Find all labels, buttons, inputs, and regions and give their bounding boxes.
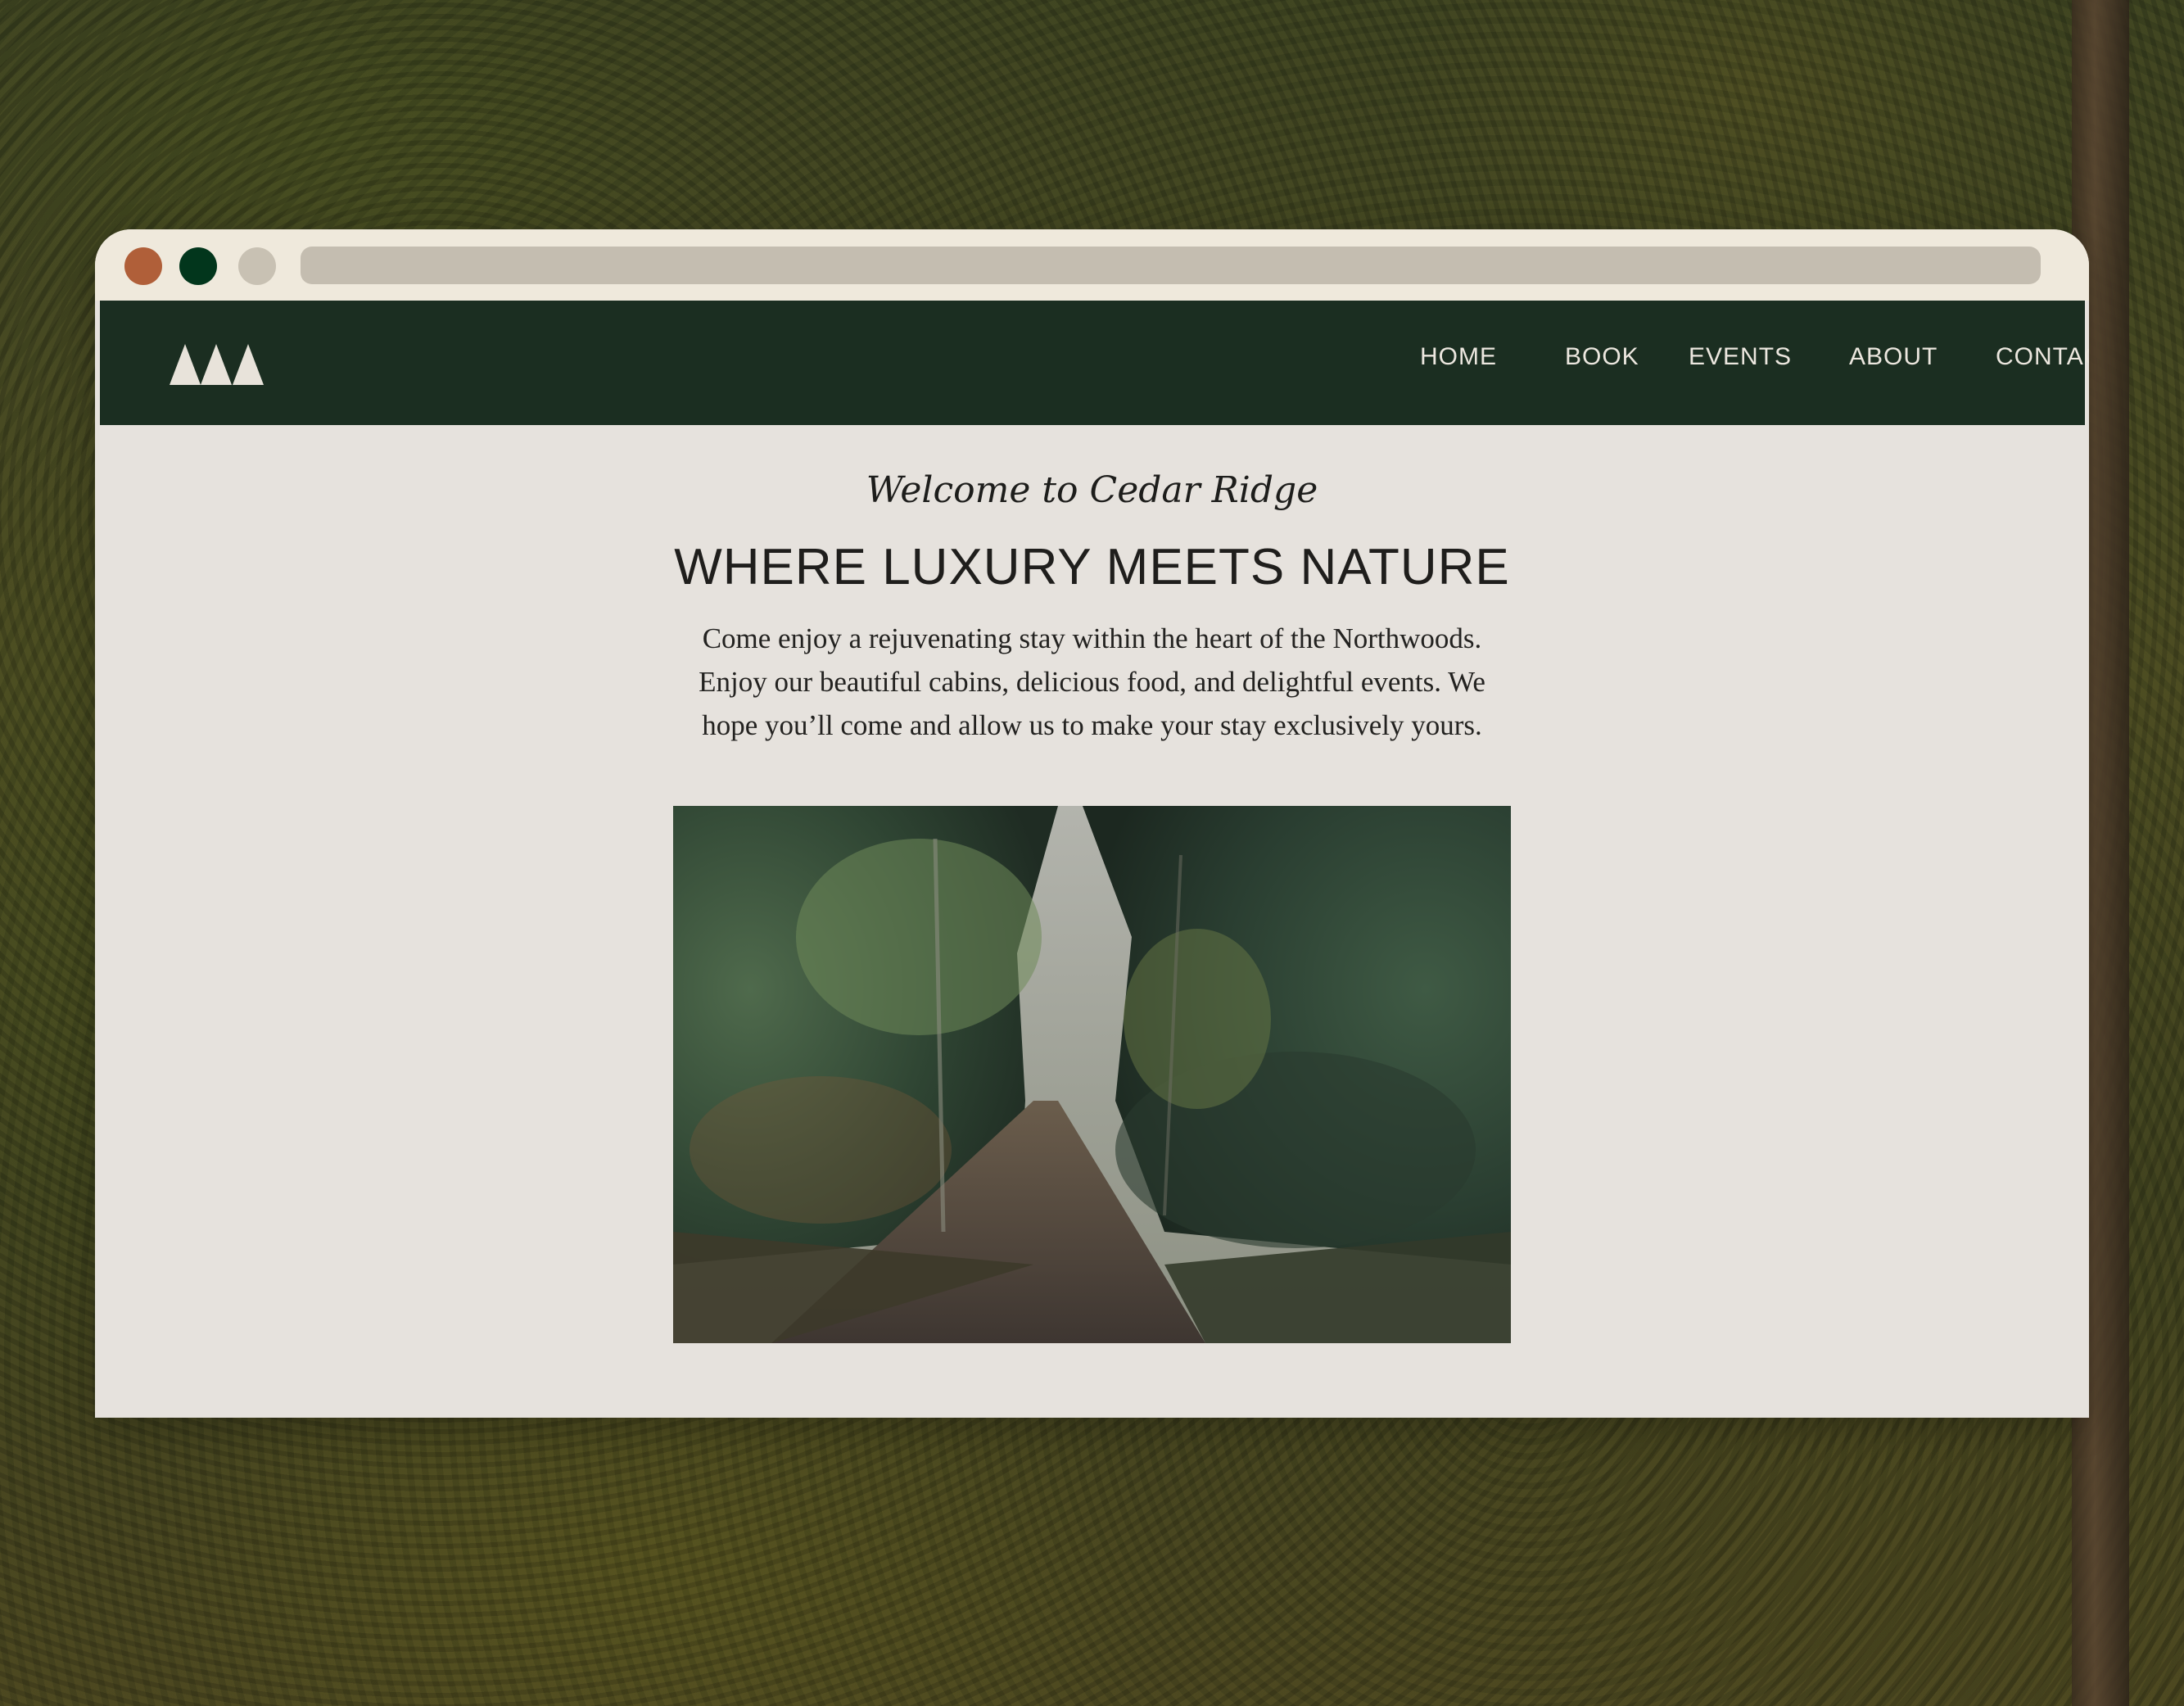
window-minimize-button[interactable] bbox=[179, 247, 217, 285]
browser-titlebar bbox=[95, 229, 2089, 301]
address-bar[interactable] bbox=[301, 247, 2041, 284]
site-navbar: HOME BOOK EVENTS ABOUT CONTACT bbox=[100, 301, 2089, 425]
logo-trees-icon[interactable] bbox=[170, 344, 264, 385]
window-close-button[interactable] bbox=[124, 247, 162, 285]
nav-book-link[interactable]: BOOK bbox=[1565, 343, 1639, 371]
welcome-subtitle: Welcome to Cedar Ridge bbox=[866, 469, 1318, 511]
nav-events-link[interactable]: EVENTS bbox=[1689, 343, 1792, 371]
nav-contact-link[interactable]: CONTACT bbox=[1996, 343, 2089, 371]
window-maximize-button[interactable] bbox=[238, 247, 276, 285]
page-headline: WHERE LUXURY MEETS NATURE bbox=[674, 539, 1510, 595]
nav-about-link[interactable]: ABOUT bbox=[1849, 343, 1938, 371]
nav-home-link[interactable]: HOME bbox=[1420, 343, 1497, 371]
hero-forest-road-image bbox=[673, 806, 1511, 1343]
browser-window: HOME BOOK EVENTS ABOUT CONTACT Welcome t… bbox=[95, 229, 2089, 1418]
intro-paragraph: Come enjoy a rejuvenating stay within th… bbox=[699, 622, 1485, 741]
